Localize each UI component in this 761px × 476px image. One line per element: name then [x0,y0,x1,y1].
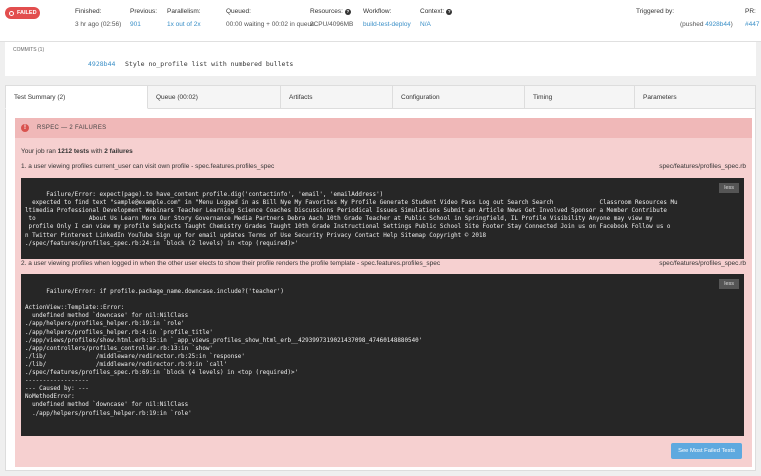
failure-title-row: 1. a user viewing profiles current_user … [21,163,746,170]
pr-link[interactable]: #447 [745,21,759,28]
commits-label: COMMITS (1) [13,47,45,53]
tab-artifacts[interactable]: Artifacts [281,85,393,109]
parallelism-link[interactable]: 1x out of 2x [167,21,201,28]
help-icon[interactable]: ? [344,8,351,15]
commit-message: Style no_profile list with numbered bull… [125,60,294,68]
meta-context: Context:? N/A [420,8,453,28]
help-icon[interactable]: ? [446,8,453,15]
finished-value: 3 hr ago (02:56) [75,21,122,28]
less-button[interactable]: less [719,183,739,194]
see-most-failed-tests-button[interactable]: See Most Failed Tests [671,443,742,459]
status-label: FAILED [17,10,37,16]
failure-file: spec/features/profiles_spec.rb [659,163,746,170]
summary-text: Your job ran 1212 tests with 2 failures [21,148,133,155]
tab-queue[interactable]: Queue (00:02) [148,85,281,109]
failure-output-text: Failure/Error: expect(page).to have_cont… [25,192,678,247]
meta-resources: Resources:? 2CPU/4096MB [310,8,354,28]
context-value: N/A [420,21,431,28]
meta-previous: Previous: 901 [130,8,158,28]
job-header: FAILED Finished: 3 hr ago (02:56) Previo… [0,0,761,42]
failure-title: 1. a user viewing profiles current_user … [21,163,275,170]
alert-title: RSPEC — 2 FAILURES [37,125,107,131]
meta-finished: Finished: 3 hr ago (02:56) [75,8,122,28]
tab-test-summary[interactable]: Test Summary (2) [5,85,148,109]
meta-queued: Queued: 00:00 waiting + 00:02 in queue [226,8,315,28]
failure-output: Failure/Error: if profile.package_name.d… [21,274,744,436]
failure-title-row: 2. a user viewing profiles when logged i… [21,260,746,267]
test-summary-panel: ! RSPEC — 2 FAILURES Your job ran 1212 t… [5,109,756,471]
tab-timing[interactable]: Timing [525,85,635,109]
meta-parallelism: Parallelism: 1x out of 2x [167,8,201,28]
failed-icon [9,10,14,16]
failure-output: Failure/Error: expect(page).to have_cont… [21,178,744,259]
meta-pr: PR: #447 [745,8,760,28]
commit-hash-link[interactable]: 4928b44 [88,60,115,68]
failures-box: Your job ran 1212 tests with 2 failures … [15,138,752,467]
previous-link[interactable]: 901 [130,21,157,28]
error-icon: ! [21,124,29,132]
workflow-link[interactable]: build-test-deploy [363,21,411,28]
commits-section: COMMITS (1) 4928b44 Style no_profile lis… [5,42,756,76]
tab-configuration[interactable]: Configuration [393,85,525,109]
tab-parameters[interactable]: Parameters [635,85,756,109]
failure-file: spec/features/profiles_spec.rb [659,260,746,267]
queued-value: 00:00 waiting + 00:02 in queue [226,21,315,28]
trigger-commit-link[interactable]: 4928b44 [705,21,730,28]
less-button[interactable]: less [719,279,739,290]
failures-alert: ! RSPEC — 2 FAILURES [15,118,752,138]
resources-value: 2CPU/4096MB [310,21,354,28]
failure-title: 2. a user viewing profiles when logged i… [21,260,441,267]
triggered-value: (pushed 4928b44) [680,21,733,28]
meta-triggered: Triggered by: (pushed 4928b44) [636,8,733,28]
meta-workflow: Workflow: build-test-deploy [363,8,411,28]
failure-output-text: Failure/Error: if profile.package_name.d… [25,289,423,417]
tab-bar: Test Summary (2) Queue (00:02) Artifacts… [5,85,756,109]
status-badge: FAILED [5,7,40,19]
